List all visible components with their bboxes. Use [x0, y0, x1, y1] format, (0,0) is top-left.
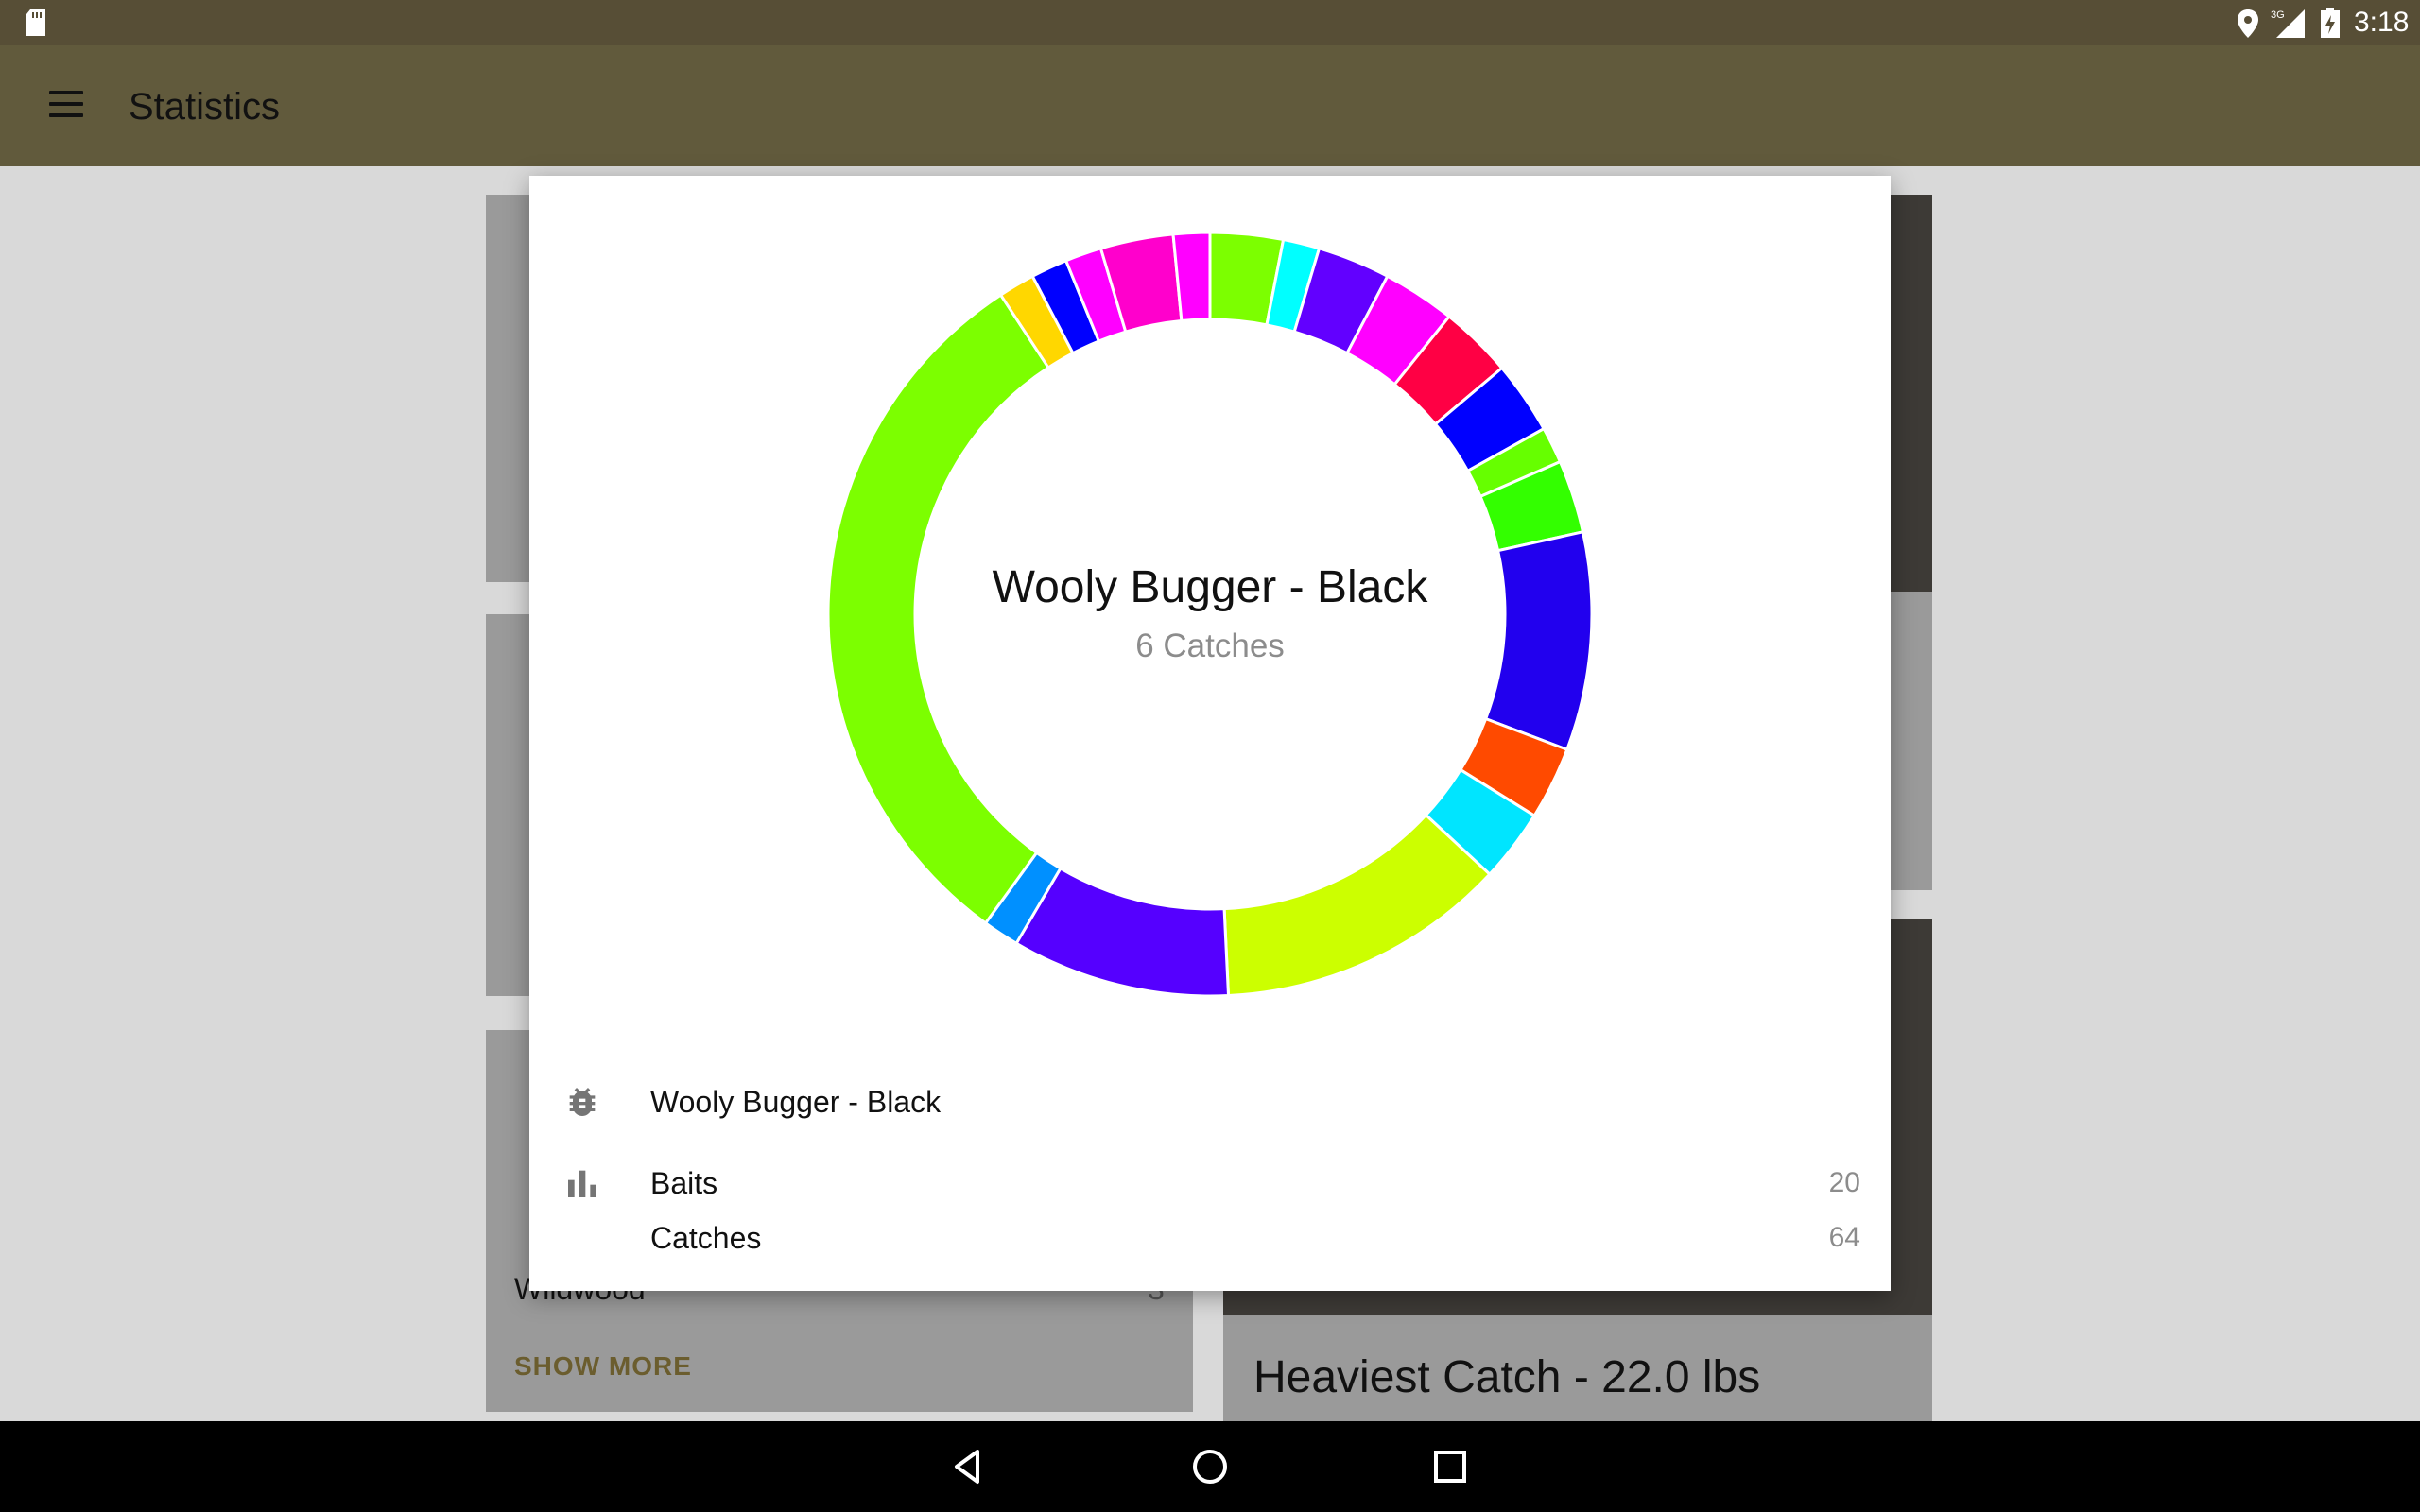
page-title: Statistics — [129, 86, 281, 128]
stats-label-baits: Baits — [650, 1166, 718, 1200]
status-clock: 3:18 — [2354, 7, 2410, 38]
home-icon[interactable] — [1187, 1444, 1233, 1489]
heaviest-catch-heading: Heaviest Catch - 22.0 lbs — [1253, 1352, 1761, 1402]
menu-icon[interactable] — [49, 91, 87, 123]
location-icon — [2238, 9, 2258, 38]
chart-center-subtitle: 6 Catches — [1135, 627, 1285, 664]
chart-center-title: Wooly Bugger - Black — [992, 562, 1428, 612]
stats-label-catches: Catches — [650, 1221, 762, 1255]
stats-value-catches: 64 — [1828, 1222, 1860, 1253]
navigation-bar — [0, 1421, 2420, 1512]
stats-row-baits: Baits 20 — [529, 1157, 1891, 1210]
battery-charging-icon — [2321, 8, 2340, 38]
stats-row-catches: Catches 64 — [529, 1211, 1891, 1264]
selected-item-label: Wooly Bugger - Black — [650, 1085, 942, 1119]
recents-icon[interactable] — [1427, 1444, 1473, 1489]
toolbar: Statistics — [0, 45, 2420, 166]
stats-value-baits: 20 — [1828, 1167, 1860, 1198]
back-icon[interactable] — [945, 1444, 991, 1489]
donut-slice-11[interactable] — [1222, 813, 1492, 998]
show-more-button[interactable]: SHOW MORE — [514, 1351, 692, 1382]
bug-icon — [569, 1088, 596, 1116]
selected-item-row: Wooly Bugger - Black — [529, 1075, 1891, 1128]
donut-chart[interactable] — [822, 227, 1598, 1002]
network-type-text: 3G — [2271, 9, 2285, 21]
signal-icon: 3G — [2271, 9, 2305, 38]
bait-stats-dialog: Wooly Bugger - Black 6 Catches Wooly Bug… — [529, 176, 1891, 1291]
status-bar: 3G 3:18 — [0, 0, 2420, 45]
bar-chart-icon — [568, 1170, 596, 1197]
sd-card-icon — [26, 9, 45, 36]
